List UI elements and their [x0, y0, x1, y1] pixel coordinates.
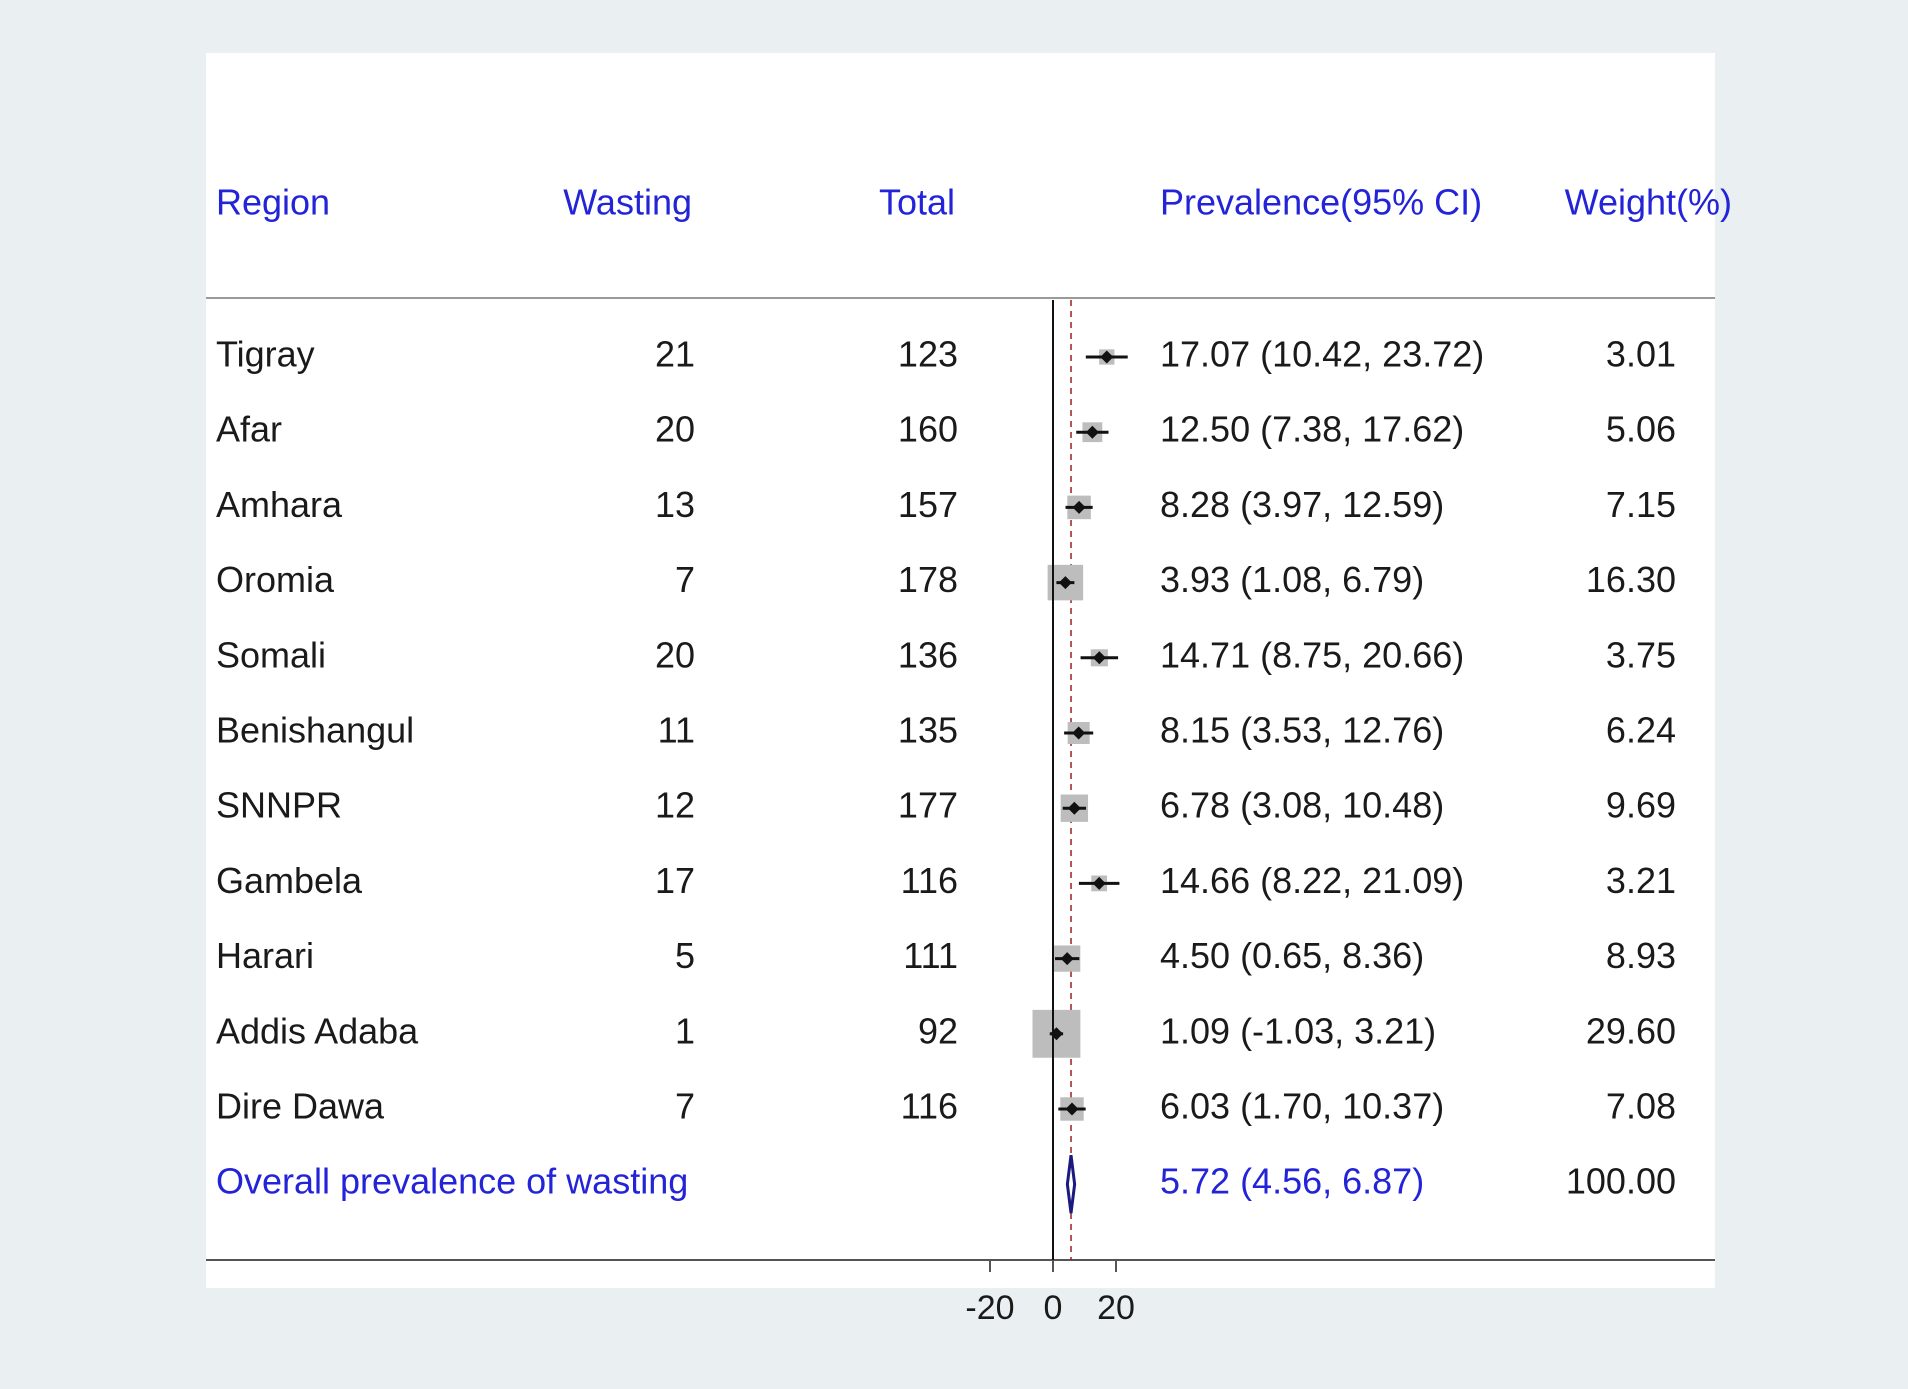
overall-weight-text: 100.00: [1566, 1161, 1676, 1202]
row-total: 135: [898, 710, 958, 751]
row-weight-text: 8.93: [1606, 935, 1676, 976]
row-total: 160: [898, 409, 958, 450]
row-weight-text: 3.01: [1606, 334, 1676, 375]
row-region: Amhara: [216, 484, 343, 525]
row-region: Somali: [216, 634, 326, 675]
row-wasting: 5: [675, 935, 695, 976]
row-weight-text: 3.75: [1606, 634, 1676, 675]
row-total: 178: [898, 559, 958, 600]
header-weight: Weight(%): [1565, 182, 1732, 223]
overall-label: Overall prevalence of wasting: [216, 1161, 688, 1202]
row-ci-text: 3.93 (1.08, 6.79): [1160, 559, 1424, 600]
row-wasting: 20: [655, 634, 695, 675]
row-total: 177: [898, 785, 958, 826]
row-weight-text: 6.24: [1606, 710, 1676, 751]
row-weight-text: 29.60: [1586, 1010, 1676, 1051]
row-ci-text: 12.50 (7.38, 17.62): [1160, 409, 1464, 450]
row-total: 116: [901, 1086, 958, 1127]
row-ci-text: 8.28 (3.97, 12.59): [1160, 484, 1444, 525]
row-wasting: 21: [655, 334, 695, 375]
row-region: Addis Adaba: [216, 1010, 419, 1051]
row-region: Gambela: [216, 860, 363, 901]
row-weight-text: 7.15: [1606, 484, 1676, 525]
header-prevalence: Prevalence(95% CI): [1160, 182, 1482, 223]
row-ci-text: 4.50 (0.65, 8.36): [1160, 935, 1424, 976]
row-wasting: 7: [675, 1086, 695, 1127]
row-wasting: 13: [655, 484, 695, 525]
row-weight-text: 3.21: [1606, 860, 1676, 901]
row-ci-text: 17.07 (10.42, 23.72): [1160, 334, 1484, 375]
row-total: 111: [903, 935, 958, 976]
overall-ci-text: 5.72 (4.56, 6.87): [1160, 1161, 1424, 1202]
row-ci-text: 14.66 (8.22, 21.09): [1160, 860, 1464, 901]
header-wasting: Wasting: [563, 182, 692, 223]
row-ci-text: 8.15 (3.53, 12.76): [1160, 710, 1444, 751]
row-wasting: 17: [655, 860, 695, 901]
row-ci-text: 14.71 (8.75, 20.66): [1160, 634, 1464, 675]
row-region: Oromia: [216, 559, 335, 600]
x-tick-label: -20: [965, 1289, 1014, 1327]
row-ci-text: 1.09 (-1.03, 3.21): [1160, 1010, 1436, 1051]
row-region: Afar: [216, 409, 282, 450]
row-total: 136: [898, 634, 958, 675]
header-total: Total: [879, 182, 955, 223]
row-wasting: 11: [658, 710, 695, 751]
forest-plot: Region Wasting Total Prevalence(95% CI) Weig…: [206, 182, 1732, 1327]
row-total: 123: [898, 334, 958, 375]
row-region: Dire Dawa: [216, 1086, 385, 1127]
x-tick-label: 0: [1044, 1289, 1063, 1327]
row-total: 157: [898, 484, 958, 525]
row-region: Benishangul: [216, 710, 414, 751]
overall-diamond: [1065, 1155, 1077, 1214]
row-ci-text: 6.78 (3.08, 10.48): [1160, 785, 1444, 826]
header-region: Region: [216, 182, 330, 223]
row-weight-text: 16.30: [1586, 559, 1676, 600]
row-region: Tigray: [216, 334, 315, 375]
row-wasting: 12: [655, 785, 695, 826]
row-region: Harari: [216, 935, 314, 976]
row-wasting: 7: [675, 559, 695, 600]
row-ci-text: 6.03 (1.70, 10.37): [1160, 1086, 1444, 1127]
row-weight-text: 5.06: [1606, 409, 1676, 450]
x-tick-label: 20: [1097, 1289, 1135, 1327]
row-weight-text: 7.08: [1606, 1086, 1676, 1127]
row-wasting: 20: [655, 409, 695, 450]
row-weight-text: 9.69: [1606, 785, 1676, 826]
row-total: 116: [901, 860, 958, 901]
row-total: 92: [918, 1010, 958, 1051]
row-wasting: 1: [675, 1010, 695, 1051]
row-region: SNNPR: [216, 785, 342, 826]
